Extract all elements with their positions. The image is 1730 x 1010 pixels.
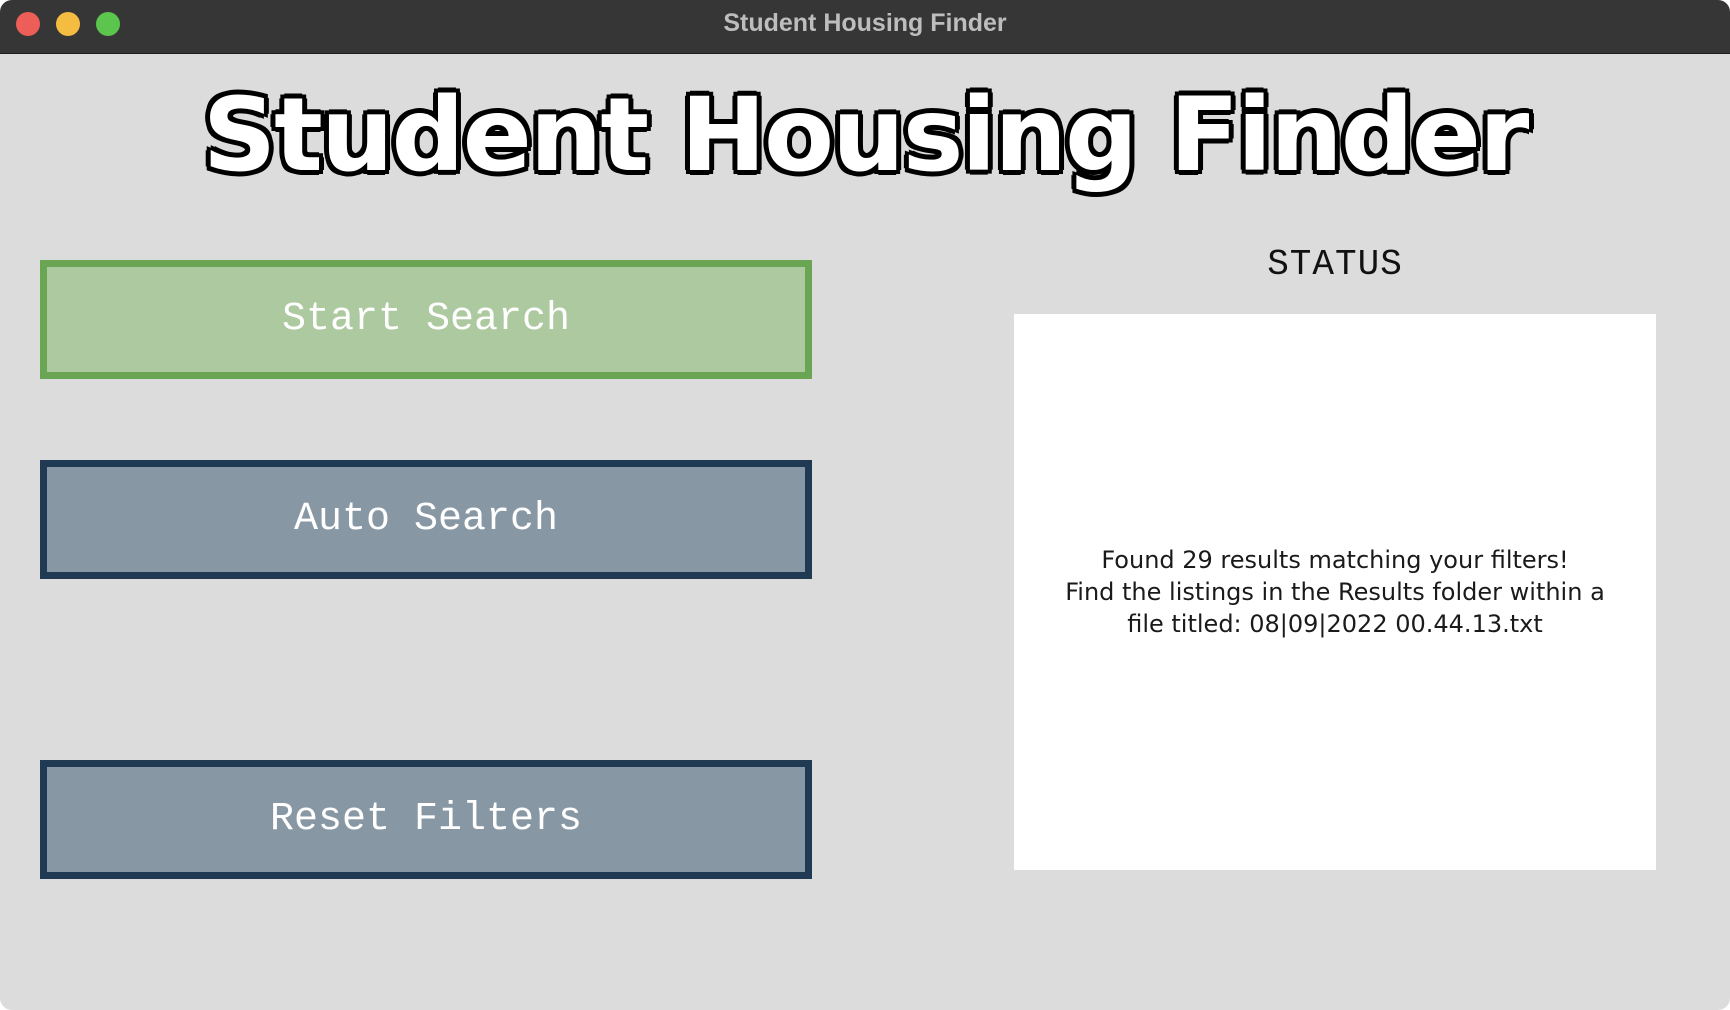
- app-window: Student Housing Finder Student Housing F…: [0, 0, 1730, 1010]
- auto-search-button[interactable]: Auto Search: [40, 460, 812, 579]
- status-message-line: file titled: 08|09|2022 00.44.13.txt: [1127, 610, 1543, 638]
- title-bar[interactable]: Student Housing Finder: [0, 0, 1730, 54]
- status-message: Found 29 results matching your filters! …: [1025, 544, 1645, 640]
- status-message-line: Find the listings in the Results folder …: [1065, 578, 1605, 606]
- window-title: Student Housing Finder: [723, 9, 1007, 37]
- app-heading: Student Housing Finder: [201, 74, 1532, 197]
- status-heading: STATUS: [1267, 244, 1403, 285]
- reset-filters-button[interactable]: Reset Filters: [40, 760, 812, 879]
- status-message-line: Found 29 results matching your filters!: [1101, 546, 1569, 574]
- start-search-button[interactable]: Start Search: [40, 260, 812, 379]
- status-panel: Found 29 results matching your filters! …: [1014, 314, 1656, 870]
